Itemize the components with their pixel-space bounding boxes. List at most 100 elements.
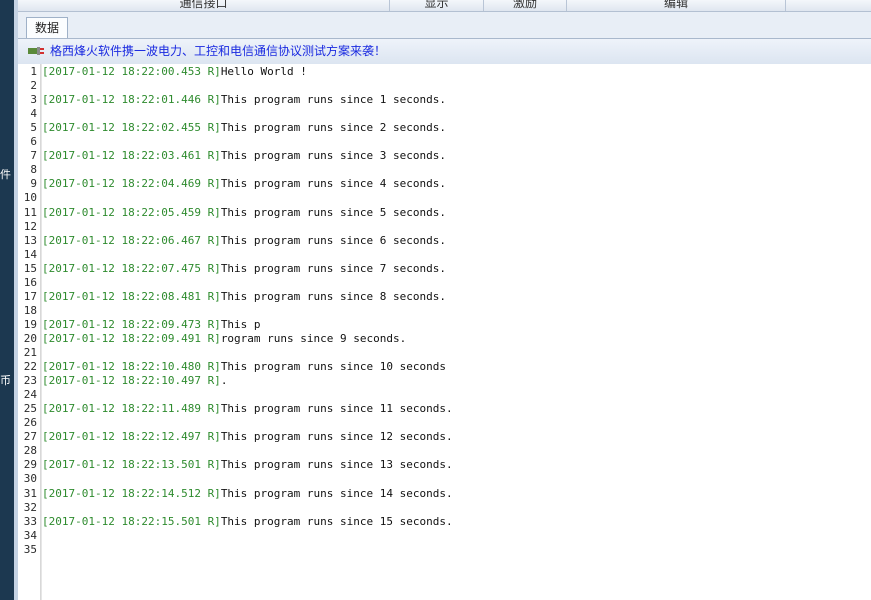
- line-number: 23: [23, 374, 37, 388]
- line-number: 13: [23, 233, 37, 247]
- line-content: [2017-01-12 18:22:09.491 R]rogram runs s…: [42, 332, 406, 346]
- line-number: 7: [30, 149, 37, 163]
- line-content: [2017-01-12 18:22:07.475 R]This program …: [42, 262, 446, 276]
- log-timestamp: [2017-01-12 18:22:04.469 R]: [42, 177, 221, 191]
- line-number: 2: [30, 79, 37, 93]
- line-number: 16: [23, 275, 37, 289]
- line-number: 24: [23, 388, 37, 402]
- line-number: 34: [23, 528, 37, 542]
- log-message: This program runs since 12 seconds.: [220, 430, 453, 444]
- ad-banner[interactable]: 格西烽火软件携一波电力、工控和电信通信协议测试方案来袭！: [18, 38, 871, 65]
- left-panel-strip: 件 币: [0, 0, 14, 600]
- log-message: This program runs since 15 seconds.: [220, 514, 453, 528]
- log-message: This p: [220, 317, 261, 331]
- line-number: 3: [30, 93, 37, 107]
- banner-text[interactable]: 格西烽火软件携一波电力、工控和电信通信协议测试方案来袭！: [50, 39, 386, 64]
- line-number: 4: [30, 107, 37, 121]
- line-number: 27: [23, 430, 37, 444]
- line-number: 29: [23, 458, 37, 472]
- line-content: [2017-01-12 18:22:13.501 R]This program …: [42, 458, 453, 472]
- line-number: 12: [23, 219, 37, 233]
- line-number: 30: [23, 472, 37, 486]
- log-message: This program runs since 7 seconds.: [220, 261, 446, 275]
- line-content: [2017-01-12 18:22:10.480 R]This program …: [42, 360, 446, 374]
- log-message: .: [220, 374, 228, 388]
- log-message: rogram runs since 9 seconds.: [220, 331, 407, 345]
- log-timestamp: [2017-01-12 18:22:03.461 R]: [42, 149, 221, 163]
- line-number: 21: [23, 346, 37, 359]
- line-content: [2017-01-12 18:22:14.512 R]This program …: [42, 487, 453, 501]
- left-panel-label-2: 币: [0, 375, 11, 387]
- log-message: This program runs since 5 seconds.: [220, 205, 446, 219]
- log-message: This program runs since 13 seconds.: [220, 458, 453, 472]
- header-comm-interface[interactable]: 通信接口: [18, 0, 390, 11]
- line-content: [2017-01-12 18:22:06.467 R]This program …: [42, 234, 446, 248]
- plug-icon: [28, 47, 44, 55]
- line-number: 20: [23, 331, 37, 345]
- log-timestamp: [2017-01-12 18:22:09.491 R]: [42, 331, 221, 345]
- header-edit[interactable]: 编辑: [567, 0, 786, 11]
- line-content: [2017-01-12 18:22:05.459 R]This program …: [42, 206, 446, 220]
- log-timestamp: [2017-01-12 18:22:05.459 R]: [42, 205, 221, 219]
- line-number: 17: [23, 289, 37, 303]
- log-timestamp: [2017-01-12 18:22:11.489 R]: [42, 402, 221, 416]
- log-message: This program runs since 3 seconds.: [220, 149, 446, 163]
- log-message: This program runs since 1 seconds.: [220, 93, 446, 107]
- log-message: This program runs since 2 seconds.: [220, 121, 446, 135]
- line-number: 26: [23, 416, 37, 430]
- log-timestamp: [2017-01-12 18:22:10.497 R]: [42, 374, 221, 388]
- log-timestamp: [2017-01-12 18:22:07.475 R]: [42, 261, 221, 275]
- line-content: [2017-01-12 18:22:00.453 R]Hello World !: [42, 65, 307, 79]
- line-number: 33: [23, 514, 37, 528]
- line-content: [2017-01-12 18:22:04.469 R]This program …: [42, 177, 446, 191]
- line-content: [2017-01-12 18:22:09.473 R]This p: [42, 318, 261, 332]
- log-message: Hello World !: [220, 65, 307, 78]
- line-number: 32: [23, 500, 37, 514]
- line-number: 10: [23, 191, 37, 205]
- line-content: [2017-01-12 18:22:02.455 R]This program …: [42, 121, 446, 135]
- left-panel-label-1: 件: [0, 169, 11, 181]
- log-message: This program runs since 14 seconds.: [220, 486, 453, 500]
- log-message: This program runs since 8 seconds.: [220, 289, 446, 303]
- line-content: [2017-01-12 18:22:03.461 R]This program …: [42, 149, 446, 163]
- line-number: 18: [23, 303, 37, 317]
- line-number: 19: [23, 317, 37, 331]
- header-stimulus[interactable]: 激励: [484, 0, 567, 11]
- line-content: [2017-01-12 18:22:11.489 R]This program …: [42, 402, 453, 416]
- column-headers: 通信接口 显示 激励 编辑: [18, 0, 871, 12]
- line-content: [2017-01-12 18:22:08.481 R]This program …: [42, 290, 446, 304]
- log-message: This program runs since 4 seconds.: [220, 177, 446, 191]
- log-message: This program runs since 10 seconds: [220, 360, 446, 374]
- log-timestamp: [2017-01-12 18:22:12.497 R]: [42, 430, 221, 444]
- header-display[interactable]: 显示: [390, 0, 484, 11]
- tab-data[interactable]: 数据: [26, 17, 68, 39]
- line-number: 11: [23, 205, 37, 219]
- line-number: 22: [23, 360, 37, 374]
- tab-bar: 数据: [18, 12, 871, 39]
- line-content: [2017-01-12 18:22:10.497 R].: [42, 374, 227, 388]
- log-timestamp: [2017-01-12 18:22:00.453 R]: [42, 65, 221, 78]
- log-timestamp: [2017-01-12 18:22:15.501 R]: [42, 514, 221, 528]
- log-timestamp: [2017-01-12 18:22:08.481 R]: [42, 289, 221, 303]
- line-number: 14: [23, 247, 37, 261]
- line-number: 15: [23, 261, 37, 275]
- line-number: 28: [23, 444, 37, 458]
- log-timestamp: [2017-01-12 18:22:09.473 R]: [42, 317, 221, 331]
- line-number: 6: [30, 135, 37, 149]
- line-number: 9: [30, 177, 37, 191]
- line-content: [2017-01-12 18:22:15.501 R]This program …: [42, 515, 453, 529]
- log-timestamp: [2017-01-12 18:22:01.446 R]: [42, 93, 221, 107]
- line-number: 5: [30, 121, 37, 135]
- log-timestamp: [2017-01-12 18:22:06.467 R]: [42, 233, 221, 247]
- line-content: [2017-01-12 18:22:12.497 R]This program …: [42, 430, 453, 444]
- log-timestamp: [2017-01-12 18:22:10.480 R]: [42, 360, 221, 374]
- log-timestamp: [2017-01-12 18:22:02.455 R]: [42, 121, 221, 135]
- log-message: This program runs since 11 seconds.: [220, 402, 453, 416]
- log-timestamp: [2017-01-12 18:22:14.512 R]: [42, 486, 221, 500]
- line-number: 25: [23, 402, 37, 416]
- line-content: [2017-01-12 18:22:01.446 R]This program …: [42, 93, 446, 107]
- line-number: 1: [30, 65, 37, 78]
- line-number: 8: [30, 163, 37, 177]
- line-number: 35: [23, 542, 37, 556]
- data-log-editor[interactable]: 1 [2017-01-12 18:22:00.453 R]Hello World …: [18, 64, 871, 600]
